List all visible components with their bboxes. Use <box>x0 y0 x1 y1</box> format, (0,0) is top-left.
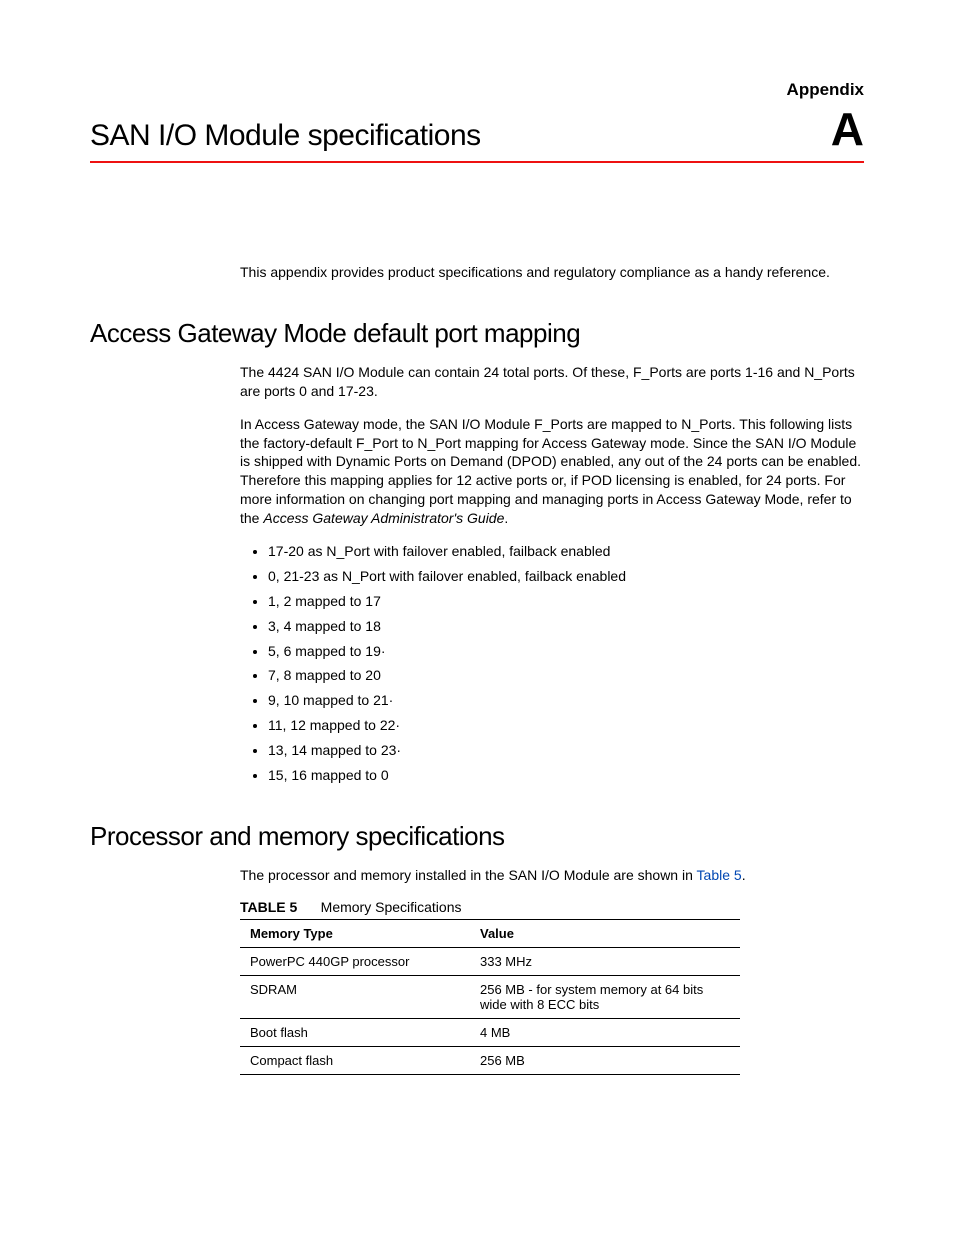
list-item: 17-20 as N_Port with failover enabled, f… <box>268 542 864 561</box>
section2-p1-b: . <box>742 867 746 883</box>
intro-paragraph: This appendix provides product specifica… <box>240 263 864 282</box>
list-item: 0, 21-23 as N_Port with failover enabled… <box>268 567 864 586</box>
appendix-letter: A <box>831 106 864 152</box>
table-row: PowerPC 440GP processor 333 MHz <box>240 947 740 975</box>
section-heading-processor-memory: Processor and memory specifications <box>90 821 864 852</box>
table-cell: Compact flash <box>240 1046 470 1074</box>
list-item: 1, 2 mapped to 17 <box>268 592 864 611</box>
table-cell: Boot flash <box>240 1018 470 1046</box>
table-cell: 333 MHz <box>470 947 740 975</box>
title-row: SAN I/O Module specifications A <box>90 106 864 163</box>
list-item: 3, 4 mapped to 18 <box>268 617 864 636</box>
list-item: 13, 14 mapped to 23· <box>268 741 864 760</box>
list-item: 9, 10 mapped to 21· <box>268 691 864 710</box>
list-item: 11, 12 mapped to 22· <box>268 716 864 735</box>
section1-p2: In Access Gateway mode, the SAN I/O Modu… <box>240 415 864 528</box>
table-cell: PowerPC 440GP processor <box>240 947 470 975</box>
section2-p1: The processor and memory installed in th… <box>240 866 864 885</box>
table-title: Memory Specifications <box>321 899 462 915</box>
table-xref[interactable]: Table 5 <box>697 867 742 883</box>
section1-p1: The 4424 SAN I/O Module can contain 24 t… <box>240 363 864 401</box>
list-item: 5, 6 mapped to 19· <box>268 642 864 661</box>
table-row: Compact flash 256 MB <box>240 1046 740 1074</box>
section-heading-access-gateway: Access Gateway Mode default port mapping <box>90 318 864 349</box>
section1-p2-b: . <box>504 510 508 526</box>
table-header: Value <box>470 919 740 947</box>
port-mapping-list: 17-20 as N_Port with failover enabled, f… <box>240 542 864 785</box>
section2-p1-a: The processor and memory installed in th… <box>240 867 697 883</box>
appendix-label: Appendix <box>90 80 864 100</box>
table-header-row: Memory Type Value <box>240 919 740 947</box>
table-cell: 4 MB <box>470 1018 740 1046</box>
table-number: TABLE 5 <box>240 899 297 915</box>
table-header: Memory Type <box>240 919 470 947</box>
table-row: SDRAM 256 MB - for system memory at 64 b… <box>240 975 740 1018</box>
table-cell: SDRAM <box>240 975 470 1018</box>
table-cell: 256 MB <box>470 1046 740 1074</box>
table-cell: 256 MB - for system memory at 64 bits wi… <box>470 975 740 1018</box>
page-title: SAN I/O Module specifications <box>90 119 481 153</box>
list-item: 15, 16 mapped to 0 <box>268 766 864 785</box>
table-row: Boot flash 4 MB <box>240 1018 740 1046</box>
memory-spec-table: Memory Type Value PowerPC 440GP processo… <box>240 919 740 1075</box>
list-item: 7, 8 mapped to 20 <box>268 666 864 685</box>
book-title-ref: Access Gateway Administrator's Guide <box>263 510 504 526</box>
table-caption: TABLE 5 Memory Specifications <box>240 899 864 915</box>
